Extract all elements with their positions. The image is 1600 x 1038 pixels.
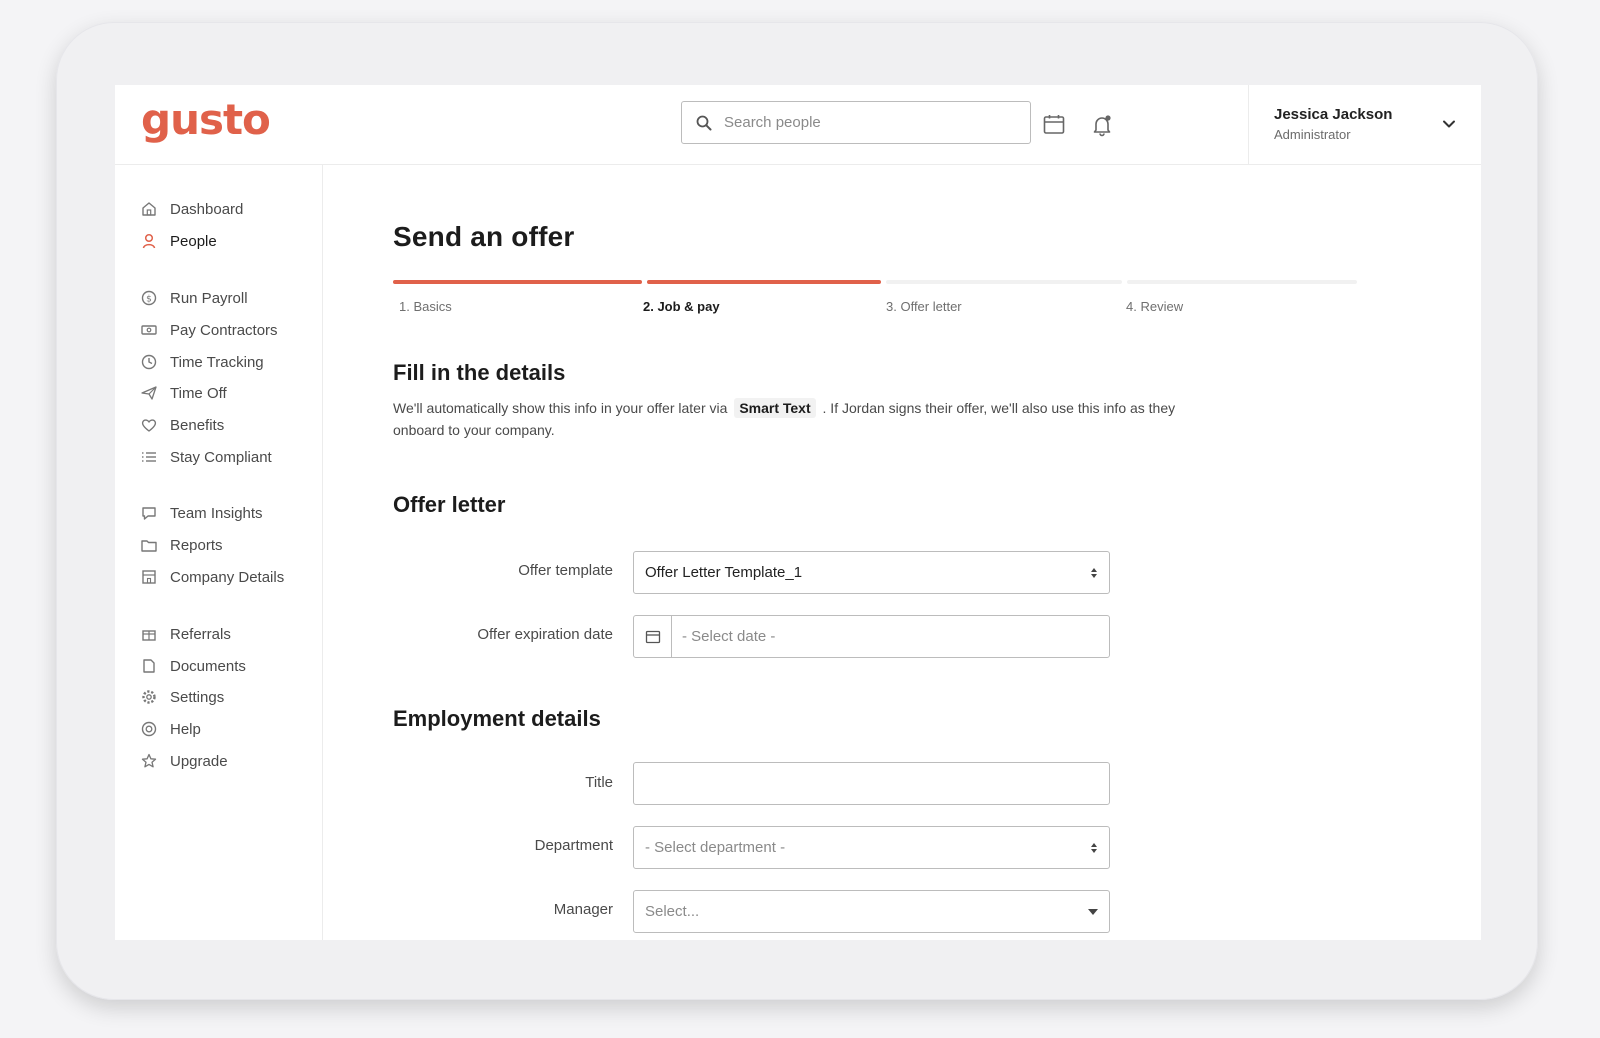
sidebar-item-label: Help [170, 720, 201, 738]
sidebar-item-team-insights[interactable]: Team Insights [140, 501, 263, 525]
search-box[interactable] [681, 101, 1031, 144]
department-placeholder: - Select department - [645, 839, 786, 856]
step-review[interactable]: 4. Review [1126, 299, 1183, 314]
calendar-icon [645, 630, 660, 643]
step-progress-job-pay [647, 280, 881, 284]
sidebar-item-label: Referrals [170, 625, 231, 643]
offer-letter-heading: Offer letter [393, 492, 506, 517]
svg-text:$: $ [146, 295, 152, 305]
manager-placeholder: Select... [645, 903, 700, 920]
sidebar-item-referrals[interactable]: Referrals [140, 622, 231, 646]
chat-icon [142, 507, 156, 520]
date-placeholder: - Select date - [682, 628, 776, 645]
list-icon [142, 452, 156, 462]
person-icon [142, 233, 156, 249]
top-header: gusto Jessica Jackson Administrator [115, 85, 1481, 165]
sidebar-item-upgrade[interactable]: Upgrade [140, 749, 228, 773]
sidebar-item-reports[interactable]: Reports [140, 533, 223, 557]
sidebar-item-label: Team Insights [170, 504, 263, 522]
sidebar-item-label: Upgrade [170, 752, 228, 770]
step-progress-review [1127, 280, 1357, 284]
employment-details-heading: Employment details [393, 706, 601, 731]
step-job-pay[interactable]: 2. Job & pay [643, 299, 720, 314]
sidebar-item-label: Settings [170, 688, 225, 706]
home-icon [142, 202, 156, 216]
sidebar-item-label: People [170, 232, 217, 250]
sidebar-item-dashboard[interactable]: Dashboard [140, 197, 243, 221]
sidebar-item-time-off[interactable]: Time Off [140, 381, 227, 405]
heart-icon [141, 419, 157, 432]
offer-template-label: Offer template [518, 562, 613, 579]
help-icon [141, 721, 157, 737]
sidebar-item-settings[interactable]: Settings [140, 685, 224, 709]
sidebar-item-run-payroll[interactable]: $ Run Payroll [140, 286, 248, 310]
sidebar-item-label: Company Details [170, 568, 285, 586]
calendar-icon[interactable] [1042, 113, 1066, 137]
sidebar-item-pay-contractors[interactable]: Pay Contractors [140, 318, 278, 342]
folder-icon [141, 540, 157, 552]
offer-template-value: Offer Letter Template_1 [645, 564, 803, 581]
page-title: Send an offer [393, 221, 575, 252]
sidebar-item-label: Stay Compliant [170, 448, 272, 466]
title-input[interactable] [633, 762, 1110, 805]
sidebar-item-benefits[interactable]: Benefits [140, 413, 224, 437]
select-arrows-icon [1091, 568, 1097, 578]
sidebar-item-label: Reports [170, 536, 223, 554]
step-basics[interactable]: 1. Basics [399, 299, 452, 314]
details-description: We'll automatically show this info in yo… [393, 397, 1223, 441]
date-picker-button[interactable] [634, 616, 672, 657]
gusto-logo[interactable]: gusto [141, 95, 271, 144]
sidebar-item-documents[interactable]: Documents [140, 654, 246, 678]
description-text-before: We'll automatically show this info in yo… [393, 400, 728, 416]
chevron-down-icon[interactable] [1441, 116, 1457, 132]
star-icon [141, 753, 157, 768]
building-icon [142, 570, 156, 584]
offer-expiration-date-input[interactable]: - Select date - [633, 615, 1110, 658]
offer-template-select[interactable]: Offer Letter Template_1 [633, 551, 1110, 594]
sidebar-item-label: Time Off [170, 384, 227, 402]
notification-bell-icon[interactable] [1090, 113, 1114, 137]
sidebar-item-stay-compliant[interactable]: Stay Compliant [140, 445, 272, 469]
sidebar-item-people[interactable]: People [140, 229, 217, 253]
gift-icon [142, 630, 156, 641]
dollar-icon: $ [141, 290, 157, 306]
sidebar: Dashboard People $ Run Payroll Pay Contr… [115, 165, 323, 940]
sidebar-item-label: Pay Contractors [170, 321, 278, 339]
sidebar-item-label: Benefits [170, 416, 225, 434]
sidebar-item-help[interactable]: Help [140, 717, 201, 741]
offer-expiration-label: Offer expiration date [477, 626, 613, 643]
caret-down-icon [1088, 909, 1098, 915]
details-heading: Fill in the details [393, 360, 566, 385]
sidebar-item-label: Dashboard [170, 200, 244, 218]
money-icon [141, 325, 157, 335]
smart-text-badge: Smart Text [734, 398, 816, 418]
user-role: Administrator [1274, 127, 1351, 142]
plane-icon [141, 386, 157, 400]
select-arrows-icon [1091, 843, 1097, 853]
document-icon [143, 659, 155, 673]
user-menu[interactable]: Jessica Jackson Administrator [1248, 85, 1481, 165]
manager-select[interactable]: Select... [633, 890, 1110, 933]
title-label: Title [585, 774, 613, 791]
department-label: Department [534, 837, 613, 854]
manager-label: Manager [553, 901, 613, 918]
department-select[interactable]: - Select department - [633, 826, 1110, 869]
sidebar-item-label: Documents [170, 657, 246, 675]
main-content: Send an offer 1. Basics 2. Job & pay 3. … [323, 165, 1481, 940]
clock-icon [141, 354, 157, 370]
step-progress-offer-letter [886, 280, 1122, 284]
user-name: Jessica Jackson [1274, 106, 1393, 123]
sidebar-item-time-tracking[interactable]: Time Tracking [140, 350, 264, 374]
gear-icon [142, 690, 156, 704]
sidebar-item-label: Run Payroll [170, 289, 248, 307]
step-progress-basics [393, 280, 642, 284]
step-offer-letter[interactable]: 3. Offer letter [886, 299, 962, 314]
search-icon [696, 115, 712, 130]
sidebar-item-company-details[interactable]: Company Details [140, 565, 284, 589]
app-screen: gusto Jessica Jackson Administrator [115, 85, 1481, 940]
search-input[interactable] [724, 114, 1004, 131]
sidebar-item-label: Time Tracking [170, 353, 264, 371]
